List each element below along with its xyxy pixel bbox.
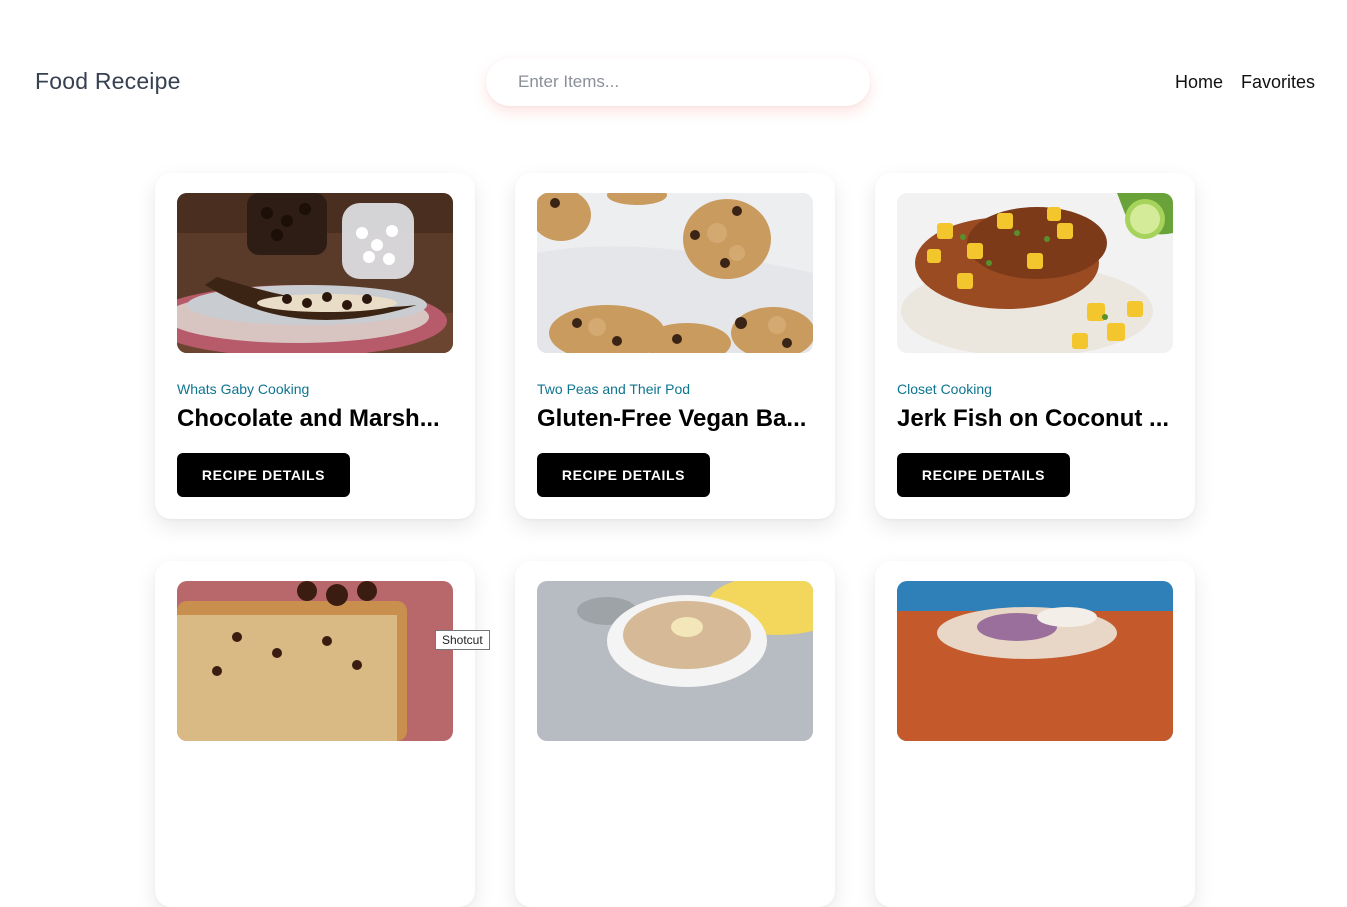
nav-favorites-link[interactable]: Favorites xyxy=(1241,72,1315,93)
search-input[interactable] xyxy=(486,58,870,106)
recipe-image xyxy=(897,193,1173,353)
recipe-image xyxy=(537,581,813,741)
recipe-card: Two Peas and Their Pod Gluten-Free Vegan… xyxy=(515,173,835,519)
main-nav: Home Favorites xyxy=(1175,72,1315,93)
recipe-image xyxy=(177,581,453,741)
recipe-publisher: Two Peas and Their Pod xyxy=(537,381,691,397)
recipe-details-button[interactable]: RECIPE DETAILS xyxy=(537,453,710,497)
recipe-title: Gluten-Free Vegan Ba... xyxy=(537,405,807,432)
recipe-card xyxy=(875,561,1195,907)
recipe-publisher: Closet Cooking xyxy=(897,381,992,397)
recipe-card: Whats Gaby Cooking Chocolate and Marsh..… xyxy=(155,173,475,519)
recipe-image xyxy=(897,581,1173,741)
search-box[interactable] xyxy=(486,58,870,106)
recipe-card xyxy=(155,561,475,907)
nav-home-link[interactable]: Home xyxy=(1175,72,1223,93)
recipe-grid: Whats Gaby Cooking Chocolate and Marsh..… xyxy=(155,173,1195,907)
tooltip: Shotcut xyxy=(435,630,490,650)
recipe-publisher: Whats Gaby Cooking xyxy=(177,381,310,397)
brand-logo-text[interactable]: Food Receipe xyxy=(35,68,181,95)
recipe-card xyxy=(515,561,835,907)
recipe-image xyxy=(177,193,453,353)
recipe-details-button[interactable]: RECIPE DETAILS xyxy=(177,453,350,497)
recipe-image xyxy=(537,193,813,353)
recipe-title: Jerk Fish on Coconut ... xyxy=(897,405,1170,432)
recipe-title: Chocolate and Marsh... xyxy=(177,405,440,432)
recipe-details-button[interactable]: RECIPE DETAILS xyxy=(897,453,1070,497)
app-header: Food Receipe Home Favorites xyxy=(0,0,1347,160)
recipe-card: Closet Cooking Jerk Fish on Coconut ... … xyxy=(875,173,1195,519)
